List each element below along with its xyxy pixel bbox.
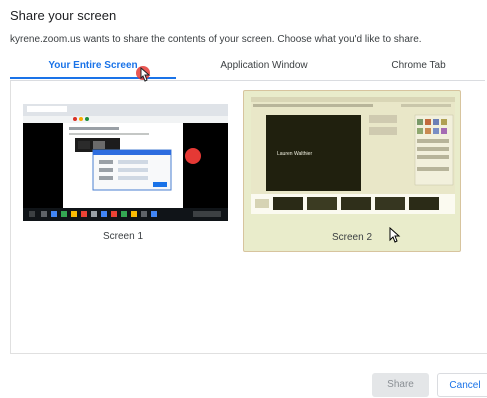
dialog-subtitle: kyrene.zoom.us wants to share the conten…: [10, 34, 422, 45]
tab-chrome-tab[interactable]: Chrome Tab: [352, 60, 485, 71]
screen-1-preview-image: [23, 104, 228, 221]
screen-2-thumbnail: Lauren Walthier: [251, 97, 455, 214]
mouse-pointer-icon: [389, 227, 401, 243]
dialog-title: Share your screen: [10, 8, 117, 23]
screen-1-option[interactable]: Screen 1: [14, 90, 232, 252]
tab-application-window[interactable]: Application Window: [176, 60, 352, 71]
screens-panel: Screen 1 Lauren Walthier Screen 2: [10, 81, 487, 354]
dialog-actions: Share Cancel: [0, 354, 487, 397]
screen-1-label: Screen 1: [102, 231, 144, 242]
share-screen-dialog: Share your screen kyrene.zoom.us wants t…: [0, 0, 487, 397]
share-tabs: Your Entire Screen Application Window Ch…: [10, 52, 485, 81]
screen-2-slide-text: Lauren Walthier: [277, 151, 313, 157]
screen-2-label: Screen 2: [331, 232, 373, 243]
screen-1-thumbnail: [23, 104, 228, 221]
screen-2-option[interactable]: Lauren Walthier Screen 2: [243, 90, 461, 252]
hand-cursor-icon: [136, 66, 151, 82]
cancel-button[interactable]: Cancel: [437, 373, 487, 397]
share-button[interactable]: Share: [372, 373, 429, 397]
